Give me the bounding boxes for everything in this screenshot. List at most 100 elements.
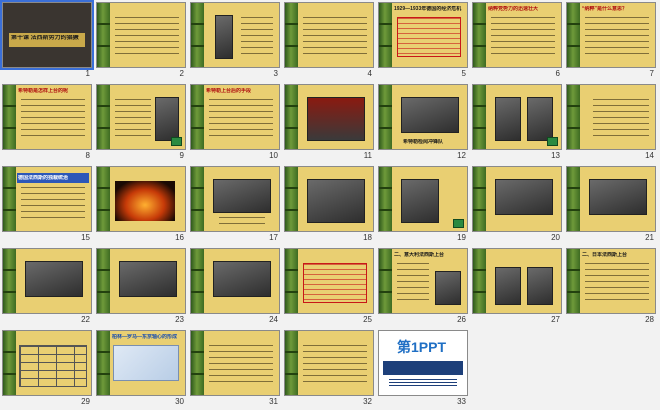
slide-32[interactable]: 32 (284, 330, 374, 410)
slide-thumbnail[interactable] (284, 2, 374, 68)
text-lines (115, 99, 151, 141)
photo (495, 179, 553, 215)
slide-thumbnail[interactable] (190, 248, 280, 314)
bamboo-decoration (3, 331, 16, 395)
data-table (19, 345, 87, 387)
next-arrow-icon[interactable] (547, 137, 558, 146)
slide-19[interactable]: 19 (378, 166, 468, 246)
slide-26[interactable]: 二、意大利法西斯上台 26 (378, 248, 468, 328)
slide-thumbnail[interactable]: 第1PPT (378, 330, 468, 396)
slide-thumbnail[interactable] (378, 166, 468, 232)
slide-thumbnail[interactable]: 德国法西斯的独裁统治 (2, 166, 92, 232)
photo (215, 15, 233, 59)
bamboo-decoration (191, 3, 204, 67)
text-box (397, 17, 461, 57)
slide-thumbnail[interactable] (2, 248, 92, 314)
photo (307, 97, 365, 141)
slide-3[interactable]: 3 (190, 2, 280, 82)
slide-thumbnail[interactable] (284, 248, 374, 314)
photo (495, 267, 521, 305)
slide-31[interactable]: 31 (190, 330, 280, 410)
slide-20[interactable]: 20 (472, 166, 562, 246)
slide-9[interactable]: 9 (96, 84, 186, 164)
text-box (303, 263, 367, 303)
slide-thumbnail[interactable] (190, 2, 280, 68)
slide-12[interactable]: 希特勒检阅冲锋队 12 (378, 84, 468, 164)
text-lines (21, 187, 85, 223)
text-lines (209, 345, 273, 387)
slide-thumbnail[interactable] (566, 84, 656, 150)
slide-thumbnail[interactable] (284, 84, 374, 150)
slide-5[interactable]: 1929—1933年德国的经济危机 5 (378, 2, 468, 82)
photo (213, 179, 271, 213)
slide-22[interactable]: 22 (2, 248, 92, 328)
slide-thumbnail[interactable] (2, 330, 92, 396)
photo (119, 261, 177, 297)
slide-thumbnail[interactable] (472, 248, 562, 314)
slide-28[interactable]: 二、日本法西斯上台 28 (566, 248, 656, 328)
slide-10[interactable]: 希特勒上台后的手段 10 (190, 84, 280, 164)
next-arrow-icon[interactable] (171, 137, 182, 146)
bamboo-decoration (379, 3, 392, 67)
slide-thumbnail[interactable] (284, 166, 374, 232)
slide-7[interactable]: “纳粹”是什么意思？ 7 (566, 2, 656, 82)
slide-4[interactable]: 4 (284, 2, 374, 82)
slide-thumbnail[interactable]: 希特勒检阅冲锋队 (378, 84, 468, 150)
slide-2[interactable]: 2 (96, 2, 186, 82)
slide-14[interactable]: 14 (566, 84, 656, 164)
text-lines (491, 17, 555, 59)
slide-17[interactable]: 17 (190, 166, 280, 246)
slide-thumbnail[interactable]: 纳粹党势力的迅速壮大 (472, 2, 562, 68)
slide-thumbnail[interactable] (190, 330, 280, 396)
slide-thumbnail[interactable]: “纳粹”是什么意思？ (566, 2, 656, 68)
photo (307, 179, 365, 223)
slide-thumbnail[interactable]: 希特勒是怎样上台的呢 (2, 84, 92, 150)
next-arrow-icon[interactable] (453, 219, 464, 228)
slide-13[interactable]: 13 (472, 84, 562, 164)
slide-thumbnail[interactable] (96, 248, 186, 314)
slide-sorter: 第十课 法西斯势力的猖獗 1 2 3 4 1929—1933年德国的经济危机 5… (0, 0, 660, 409)
slide-number: 20 (551, 233, 560, 242)
slide-thumbnail[interactable]: 1929—1933年德国的经济危机 (378, 2, 468, 68)
slide-thumbnail[interactable]: 二、意大利法西斯上台 (378, 248, 468, 314)
slide-25[interactable]: 25 (284, 248, 374, 328)
slide-23[interactable]: 23 (96, 248, 186, 328)
slide-6[interactable]: 纳粹党势力的迅速壮大 6 (472, 2, 562, 82)
banner-bar (383, 361, 463, 375)
slide-8[interactable]: 希特勒是怎样上台的呢 8 (2, 84, 92, 164)
slide-thumbnail[interactable]: 二、日本法西斯上台 (566, 248, 656, 314)
text-lines (303, 17, 367, 59)
slide-24[interactable]: 24 (190, 248, 280, 328)
slide-thumbnail[interactable] (96, 84, 186, 150)
photo (213, 261, 271, 297)
slide-21[interactable]: 21 (566, 166, 656, 246)
text-lines (303, 345, 367, 387)
slide-27[interactable]: 27 (472, 248, 562, 328)
slide-thumbnail[interactable] (96, 166, 186, 232)
slide-thumbnail[interactable] (472, 166, 562, 232)
slide-29[interactable]: 29 (2, 330, 92, 410)
slide-thumbnail[interactable] (96, 2, 186, 68)
bamboo-decoration (285, 85, 298, 149)
slide-number: 7 (649, 69, 654, 78)
slide-thumbnail[interactable] (472, 84, 562, 150)
text-lines (593, 99, 649, 141)
slide-15[interactable]: 德国法西斯的独裁统治 15 (2, 166, 92, 246)
slide-30[interactable]: 柏林—罗马—东京轴心的形成 30 (96, 330, 186, 410)
bamboo-decoration (379, 167, 392, 231)
slide-thumbnail[interactable] (190, 166, 280, 232)
slide-thumbnail[interactable]: 第十课 法西斯势力的猖獗 (0, 0, 94, 70)
slide-16[interactable]: 16 (96, 166, 186, 246)
bamboo-decoration (191, 331, 204, 395)
slide-thumbnail[interactable]: 希特勒上台后的手段 (190, 84, 280, 150)
bamboo-decoration (567, 249, 580, 313)
slide-1[interactable]: 第十课 法西斯势力的猖獗 1 (0, 0, 94, 82)
bamboo-decoration (379, 85, 392, 149)
slide-18[interactable]: 18 (284, 166, 374, 246)
slide-thumbnail[interactable] (284, 330, 374, 396)
text-lines (585, 17, 649, 59)
slide-11[interactable]: 11 (284, 84, 374, 164)
slide-thumbnail[interactable]: 柏林—罗马—东京轴心的形成 (96, 330, 186, 396)
slide-thumbnail[interactable] (566, 166, 656, 232)
slide-33[interactable]: 第1PPT 33 (378, 330, 468, 410)
